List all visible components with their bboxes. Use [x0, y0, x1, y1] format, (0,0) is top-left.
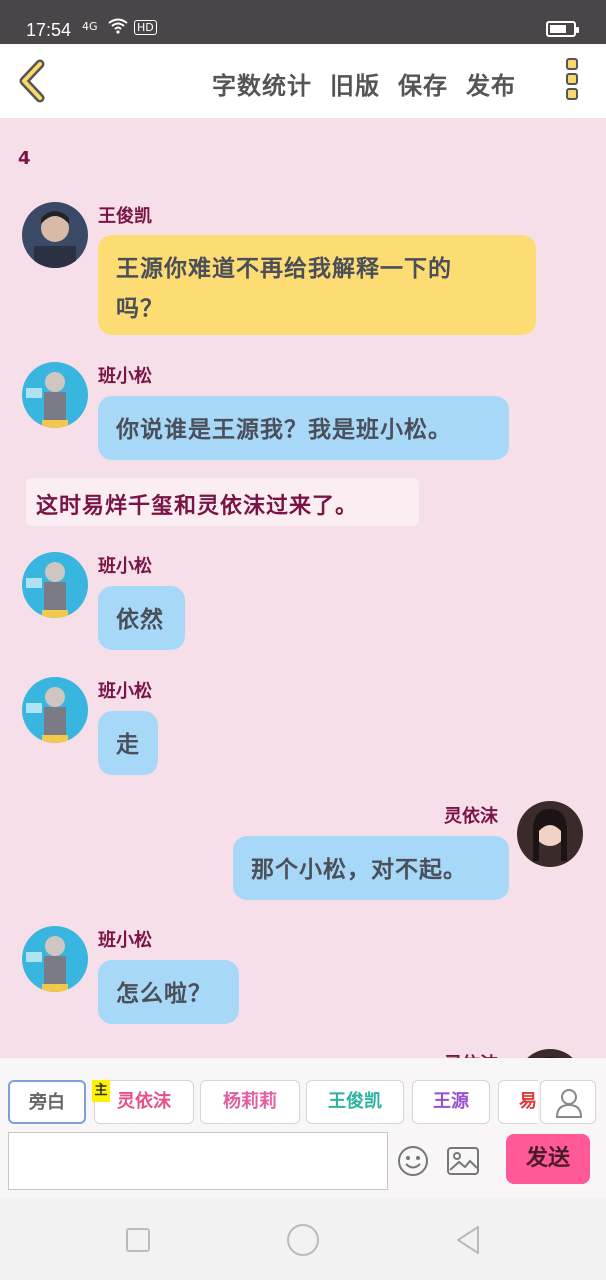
narration-bubble[interactable]: 这时易烊千玺和灵依沫过来了。: [26, 478, 419, 526]
home-icon[interactable]: [287, 1224, 319, 1256]
status-time: 17:54: [26, 20, 72, 40]
avatar-banxiaosong[interactable]: [22, 926, 88, 992]
avatar-lingyimo[interactable]: [517, 1049, 583, 1058]
speaker-name: 班小松: [98, 366, 152, 387]
lead-role-tag: 主: [92, 1080, 110, 1102]
publish-link[interactable]: 发布: [466, 66, 516, 101]
speaker-name: 王俊凯: [98, 206, 152, 227]
old-version-link[interactable]: 旧版: [330, 66, 380, 101]
status-bar: 17:54 4G HD: [0, 0, 606, 44]
send-button[interactable]: 发送: [506, 1134, 590, 1184]
avatar-banxiaosong[interactable]: [22, 362, 88, 428]
system-nav-bar: [0, 1198, 606, 1280]
role-yi[interactable]: 易: [498, 1080, 538, 1124]
recent-apps-icon[interactable]: [126, 1228, 150, 1252]
battery-icon: [546, 21, 579, 37]
speaker-name: 灵依沫: [444, 806, 498, 827]
emoji-icon[interactable]: [397, 1145, 429, 1177]
message-bubble[interactable]: 王源你难道不再给我解释一下的 吗？: [98, 235, 536, 335]
chapter-counter: 4: [18, 148, 31, 169]
message-bubble[interactable]: 怎么啦？: [98, 960, 239, 1024]
top-bar: 字数统计 旧版 保存 发布: [0, 44, 606, 118]
hd-icon: HD: [134, 20, 157, 35]
role-yanglili[interactable]: 杨莉莉: [200, 1080, 300, 1124]
message-bubble[interactable]: 依然: [98, 586, 185, 650]
message-input[interactable]: [8, 1132, 388, 1190]
word-count-link[interactable]: 字数统计: [212, 66, 312, 101]
nav-back-icon[interactable]: [454, 1224, 482, 1256]
role-wangyuan[interactable]: 王源: [412, 1080, 490, 1124]
message-bubble[interactable]: 你说谁是王源我？我是班小松。: [98, 396, 509, 460]
role-narrator[interactable]: 旁白: [8, 1080, 86, 1124]
avatar-banxiaosong[interactable]: [22, 677, 88, 743]
composer-panel: 旁白 灵依沫 杨莉莉 王俊凯 王源 易 主 发送: [0, 1058, 606, 1198]
back-chevron-icon[interactable]: [14, 58, 54, 104]
avatar-wangjunkai[interactable]: [22, 202, 88, 268]
wifi-icon: [108, 18, 128, 34]
speaker-name: 班小松: [98, 930, 152, 951]
add-role-button[interactable]: [540, 1080, 596, 1124]
image-icon[interactable]: [446, 1146, 480, 1176]
speaker-name: 灵依沫: [444, 1050, 498, 1058]
chat-area[interactable]: 4 王俊凯 王源你难道不再给我解释一下的 吗？ 班小松 你说谁是王源我？我是班小…: [0, 118, 606, 1058]
avatar-lingyimo[interactable]: [517, 801, 583, 867]
more-menu-icon[interactable]: [566, 58, 580, 104]
save-link[interactable]: 保存: [398, 66, 448, 101]
signal-icon: 4G: [82, 20, 98, 33]
user-icon: [555, 1089, 583, 1118]
message-bubble[interactable]: 那个小松，对不起。: [233, 836, 509, 900]
role-wangjunkai[interactable]: 王俊凯: [306, 1080, 404, 1124]
role-selector[interactable]: 旁白 灵依沫 杨莉莉 王俊凯 王源 易: [8, 1080, 538, 1128]
avatar-banxiaosong[interactable]: [22, 552, 88, 618]
message-bubble[interactable]: 走: [98, 711, 158, 775]
speaker-name: 班小松: [98, 556, 152, 577]
speaker-name: 班小松: [98, 681, 152, 702]
